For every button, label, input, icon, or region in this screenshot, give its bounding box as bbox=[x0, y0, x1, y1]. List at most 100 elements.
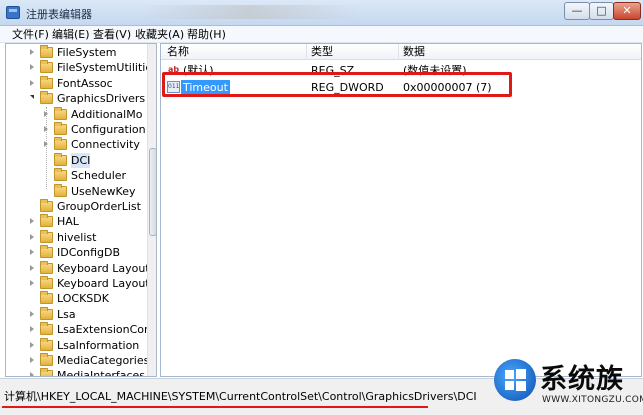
expand-arrow-icon[interactable] bbox=[30, 372, 34, 376]
menu-edit[interactable]: 编辑(E) bbox=[52, 27, 90, 42]
menu-view[interactable]: 查看(V) bbox=[93, 27, 131, 42]
folder-icon bbox=[40, 337, 53, 351]
tree-item[interactable]: DCI bbox=[6, 152, 146, 168]
tree-item[interactable]: hivelist bbox=[6, 229, 146, 245]
folder-icon bbox=[40, 245, 53, 259]
expand-arrow-icon[interactable] bbox=[30, 341, 34, 348]
tree-item[interactable]: FileSystemUtilities bbox=[6, 60, 156, 75]
expand-arrow-icon[interactable] bbox=[44, 110, 48, 117]
expand-arrow-icon[interactable] bbox=[44, 141, 48, 148]
tree-item-label: DCI bbox=[71, 152, 91, 168]
expand-arrow-icon[interactable] bbox=[30, 310, 34, 317]
folder-icon bbox=[54, 152, 67, 166]
collapse-arrow-icon[interactable] bbox=[30, 95, 34, 100]
minimize-button[interactable]: — bbox=[564, 2, 590, 20]
menu-bar: 文件(F) 编辑(E) 查看(V) 收藏夹(A) 帮助(H) bbox=[0, 26, 643, 43]
folder-icon bbox=[40, 291, 53, 305]
tree-item[interactable]: Configuration bbox=[6, 122, 146, 137]
watermark-brand: 系统族 bbox=[540, 364, 624, 395]
tree-item-label: HAL bbox=[57, 215, 79, 229]
tree-item-label: Connectivity bbox=[71, 138, 140, 152]
column-separator[interactable] bbox=[398, 44, 399, 60]
tree-item[interactable]: HAL bbox=[6, 214, 146, 229]
menu-file[interactable]: 文件(F) bbox=[12, 27, 49, 42]
tree-item[interactable]: LsaInformation bbox=[6, 337, 146, 353]
tree-item[interactable]: UseNewKey bbox=[6, 183, 146, 199]
folder-icon bbox=[40, 353, 53, 366]
folder-icon bbox=[40, 75, 53, 89]
close-button[interactable]: ✕ bbox=[613, 2, 641, 20]
maximize-button[interactable]: □ bbox=[589, 2, 614, 20]
annotation-underline bbox=[2, 406, 428, 408]
folder-icon bbox=[54, 106, 67, 120]
folder-icon bbox=[54, 122, 67, 135]
folder-icon bbox=[54, 137, 67, 151]
tree-item-label: Lsa bbox=[57, 307, 76, 321]
column-header-type[interactable]: 类型 bbox=[311, 45, 333, 59]
windows-logo-icon bbox=[494, 359, 536, 401]
folder-icon bbox=[40, 368, 53, 376]
tree-item[interactable]: GraphicsDrivers bbox=[6, 91, 146, 106]
annotation-highlight-box bbox=[162, 72, 512, 97]
regedit-app-icon bbox=[6, 6, 20, 19]
folder-icon bbox=[40, 276, 53, 289]
column-header-name[interactable]: 名称 bbox=[167, 45, 189, 59]
tree-item[interactable]: Lsa bbox=[6, 306, 146, 322]
registry-key-tree[interactable]: FileSystem FileSystemUtilities FontAssoc Gr… bbox=[5, 43, 157, 377]
expand-arrow-icon[interactable] bbox=[44, 126, 48, 132]
tree-item-label: Configuration bbox=[71, 123, 146, 136]
tree-scrollbar[interactable] bbox=[147, 44, 156, 376]
tree-item-label: FileSystemUtilities bbox=[57, 61, 157, 75]
title-bar: 注册表编辑器 — □ ✕ bbox=[0, 0, 643, 26]
tree-item-label: FontAssoc bbox=[57, 76, 113, 90]
tree-item-label: UseNewKey bbox=[71, 184, 136, 198]
tree-item-label: MediaCategories bbox=[57, 354, 150, 367]
blurred-title-region bbox=[140, 5, 360, 19]
tree-item[interactable]: GroupOrderList bbox=[6, 199, 146, 214]
expand-arrow-icon[interactable] bbox=[30, 218, 34, 225]
expand-arrow-icon[interactable] bbox=[30, 79, 34, 86]
window-title: 注册表编辑器 bbox=[26, 8, 92, 21]
tree-item-label: AdditionalMo bbox=[71, 107, 143, 121]
expand-arrow-icon[interactable] bbox=[30, 280, 34, 286]
menu-favorites[interactable]: 收藏夹(A) bbox=[135, 27, 184, 42]
expand-arrow-icon[interactable] bbox=[30, 233, 34, 240]
expand-arrow-icon[interactable] bbox=[30, 264, 34, 271]
expand-arrow-icon[interactable] bbox=[30, 49, 34, 55]
folder-icon bbox=[40, 229, 53, 243]
tree-item[interactable]: FileSystem bbox=[6, 45, 146, 60]
expand-arrow-icon[interactable] bbox=[30, 326, 34, 333]
menu-help[interactable]: 帮助(H) bbox=[187, 27, 226, 42]
expand-arrow-icon[interactable] bbox=[30, 64, 34, 71]
tree-item-label: Scheduler bbox=[71, 169, 127, 183]
folder-icon bbox=[54, 183, 67, 197]
expand-arrow-icon[interactable] bbox=[30, 357, 34, 363]
tree-item[interactable]: Connectivity bbox=[6, 137, 146, 152]
tree-item[interactable]: AdditionalMo bbox=[6, 106, 146, 122]
folder-icon bbox=[40, 45, 53, 58]
column-separator[interactable] bbox=[306, 44, 307, 60]
tree-item[interactable]: MediaCategories bbox=[6, 353, 150, 368]
folder-icon bbox=[40, 260, 53, 274]
site-watermark: 系统族 WWW.XITONGZU.COM bbox=[486, 355, 643, 415]
tree-item-label: MediaInterfaces bbox=[57, 369, 146, 377]
tree-item-label: GroupOrderList bbox=[57, 200, 141, 213]
tree-item[interactable]: LOCKSDK bbox=[6, 291, 146, 306]
tree-item[interactable]: Keyboard Layout bbox=[6, 260, 150, 276]
tree-item[interactable]: Keyboard Layout bbox=[6, 276, 150, 291]
folder-icon bbox=[40, 322, 53, 336]
tree-item-label: FileSystem bbox=[57, 46, 117, 59]
column-header-data[interactable]: 数据 bbox=[403, 45, 425, 59]
tree-item-label: LsaInformation bbox=[57, 338, 140, 352]
tree-item[interactable]: IDConfigDB bbox=[6, 245, 146, 260]
tree-item[interactable]: FontAssoc bbox=[6, 75, 146, 91]
folder-icon bbox=[40, 91, 53, 105]
tree-item[interactable]: LsaExtensionConf bbox=[6, 322, 155, 337]
tree-item[interactable]: MediaInterfaces bbox=[6, 368, 146, 377]
tree-scrollbar-thumb[interactable] bbox=[149, 148, 156, 236]
watermark-url: WWW.XITONGZU.COM bbox=[542, 395, 643, 405]
expand-arrow-icon[interactable] bbox=[30, 249, 34, 256]
list-header: 名称 类型 数据 bbox=[161, 44, 641, 60]
tree-item[interactable]: Scheduler bbox=[6, 168, 146, 183]
registry-values-list[interactable]: 名称 类型 数据 ab (默认) REG_SZ (数值未设置) 011 Time… bbox=[160, 43, 642, 377]
